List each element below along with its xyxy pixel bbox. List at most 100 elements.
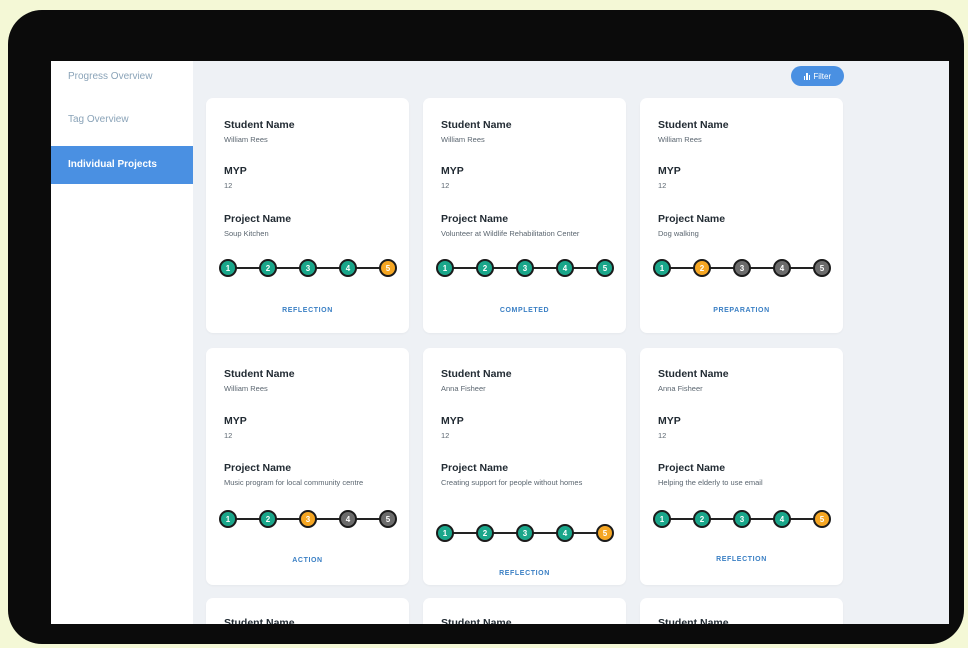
project-card[interactable]: Student Name: [640, 598, 843, 624]
student-name-value: William Rees: [224, 384, 268, 393]
progress-stepper: 1 2 3 4 5: [219, 259, 397, 277]
student-name-label: Student Name: [224, 617, 295, 624]
status-label: REFLECTION: [499, 570, 550, 577]
progress-stepper: 1 2 3 4 5: [653, 510, 831, 528]
student-name-label: Student Name: [224, 368, 295, 380]
progress-step: 3: [299, 510, 317, 528]
sidebar-item-tag-overview[interactable]: Tag Overview: [51, 101, 193, 139]
progress-step: 1: [653, 259, 671, 277]
student-name-label: Student Name: [658, 119, 729, 131]
myp-label: MYP: [658, 165, 681, 177]
myp-value: 12: [658, 181, 667, 190]
student-name-label: Student Name: [441, 617, 512, 624]
myp-value: 12: [224, 431, 233, 440]
tablet-frame: Progress Overview Tag Overview Individua…: [8, 10, 964, 644]
progress-step: 4: [556, 259, 574, 277]
project-name-value: Helping the elderly to use email: [658, 478, 763, 487]
sidebar-item-individual-projects[interactable]: Individual Projects: [51, 146, 193, 184]
project-name-value: Music program for local community centre: [224, 478, 364, 487]
myp-label: MYP: [658, 415, 681, 427]
project-name-value: Dog walking: [658, 229, 699, 238]
student-name-label: Student Name: [224, 119, 295, 131]
progress-stepper: 1 2 3 4 5: [219, 510, 397, 528]
project-name-label: Project Name: [658, 213, 726, 225]
progress-step: 1: [436, 524, 454, 542]
project-name-value: Soup Kitchen: [224, 229, 269, 238]
progress-step: 4: [773, 510, 791, 528]
project-card[interactable]: Student Name William Rees MYP 12 Project…: [423, 98, 626, 333]
progress-stepper: 1 2 3 4 5: [436, 524, 614, 542]
student-name-value: Anna Fisheer: [658, 384, 703, 393]
progress-step: 5: [813, 510, 831, 528]
project-name-label: Project Name: [224, 213, 292, 225]
student-name-label: Student Name: [441, 119, 512, 131]
progress-step: 2: [476, 524, 494, 542]
student-name-value: Anna Fisheer: [441, 384, 486, 393]
screen: Progress Overview Tag Overview Individua…: [51, 61, 949, 624]
progress-step: 3: [299, 259, 317, 277]
progress-step: 3: [516, 524, 534, 542]
status-label: ACTION: [292, 557, 323, 564]
status-label: COMPLETED: [499, 307, 550, 314]
progress-step: 1: [219, 510, 237, 528]
myp-value: 12: [441, 181, 450, 190]
myp-label: MYP: [224, 415, 247, 427]
student-name-label: Student Name: [658, 617, 729, 624]
student-name-value: William Rees: [441, 135, 485, 144]
progress-stepper: 1 2 3 4 5: [653, 259, 831, 277]
student-name-value: William Rees: [658, 135, 702, 144]
progress-step: 5: [596, 259, 614, 277]
sidebar-item-progress-overview[interactable]: Progress Overview: [51, 61, 193, 96]
myp-label: MYP: [441, 415, 464, 427]
student-name-value: William Rees: [224, 135, 268, 144]
student-name-label: Student Name: [658, 368, 729, 380]
progress-step: 1: [436, 259, 454, 277]
progress-step: 2: [476, 259, 494, 277]
project-name-label: Project Name: [658, 462, 726, 474]
status-label: REFLECTION: [282, 307, 333, 314]
myp-value: 12: [658, 431, 667, 440]
project-name-label: Project Name: [224, 462, 292, 474]
progress-step: 3: [516, 259, 534, 277]
sidebar: Progress Overview Tag Overview Individua…: [51, 61, 193, 624]
student-name-label: Student Name: [441, 368, 512, 380]
progress-step: 3: [733, 259, 751, 277]
progress-step: 5: [379, 510, 397, 528]
project-card[interactable]: Student Name: [423, 598, 626, 624]
project-name-value: Creating support for people without home…: [441, 478, 583, 487]
filter-label: Filter: [813, 71, 832, 81]
myp-value: 12: [441, 431, 450, 440]
project-card[interactable]: Student Name Anna Fisheer MYP 12 Project…: [640, 348, 843, 585]
project-name-label: Project Name: [441, 213, 509, 225]
myp-label: MYP: [224, 165, 247, 177]
main-content: Filter Student Name William Rees MYP 12 …: [193, 61, 949, 624]
progress-step: 1: [653, 510, 671, 528]
progress-step: 2: [259, 510, 277, 528]
project-card[interactable]: Student Name William Rees MYP 12 Project…: [206, 348, 409, 585]
filter-button[interactable]: Filter: [791, 66, 844, 86]
project-card[interactable]: Student Name William Rees MYP 12 Project…: [206, 98, 409, 333]
myp-label: MYP: [441, 165, 464, 177]
progress-step: 5: [379, 259, 397, 277]
progress-step: 2: [259, 259, 277, 277]
progress-step: 5: [596, 524, 614, 542]
progress-step: 4: [339, 259, 357, 277]
bar-chart-icon: [803, 72, 811, 80]
progress-step: 4: [339, 510, 357, 528]
project-name-value: Volunteer at Wildlife Rehabilitation Cen…: [441, 229, 580, 238]
progress-step: 4: [773, 259, 791, 277]
progress-step: 5: [813, 259, 831, 277]
status-label: PREPARATION: [713, 307, 770, 314]
project-name-label: Project Name: [441, 462, 509, 474]
progress-stepper: 1 2 3 4 5: [436, 259, 614, 277]
myp-value: 12: [224, 181, 233, 190]
project-card[interactable]: Student Name: [206, 598, 409, 624]
progress-step: 3: [733, 510, 751, 528]
progress-step: 1: [219, 259, 237, 277]
project-card[interactable]: Student Name William Rees MYP 12 Project…: [640, 98, 843, 333]
status-label: REFLECTION: [716, 556, 767, 563]
project-card[interactable]: Student Name Anna Fisheer MYP 12 Project…: [423, 348, 626, 585]
progress-step: 2: [693, 259, 711, 277]
progress-step: 4: [556, 524, 574, 542]
progress-step: 2: [693, 510, 711, 528]
